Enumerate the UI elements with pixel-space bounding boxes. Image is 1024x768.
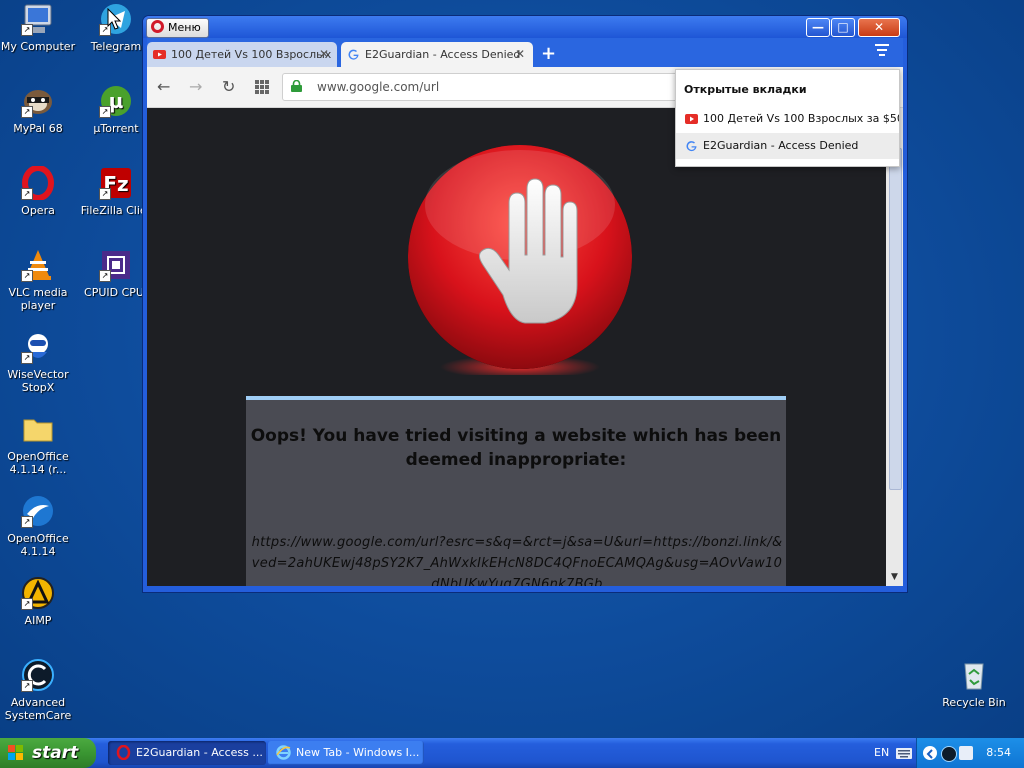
maximize-button[interactable]: □ [831,18,855,37]
blocked-message: Oops! You have tried visiting a website … [250,426,782,470]
taskbar-item-label: E2Guardian - Access ... [136,746,263,759]
lock-icon [291,80,302,92]
close-tab-icon[interactable]: ✕ [319,42,329,67]
tab-label: 100 Детей Vs 100 Взрослых [171,48,332,61]
vlc-icon: ↗ [21,248,55,282]
desktop-icon-label: AIMP [24,614,52,627]
taskbar-item-label: New Tab - Windows I... [296,746,420,759]
openoffice-icon: ↗ [21,494,55,528]
taskbar-item-ie[interactable]: New Tab - Windows I... [268,741,424,765]
tab-label: E2Guardian - Access Denied [365,48,521,61]
reload-button[interactable]: ↻ [222,77,235,97]
youtube-icon [685,114,698,124]
recycle-bin-icon [957,658,991,692]
systemcare-tray-icon[interactable] [941,746,957,762]
open-tab-item-e2guardian[interactable]: E2Guardian - Access Denied [676,133,899,159]
desktop-icon-mypal[interactable]: ↗ MyPal 68 [0,84,76,135]
network-tray-icon[interactable] [959,746,973,760]
open-tab-label: E2Guardian - Access Denied [703,139,859,152]
wisevector-icon: ↗ [21,330,55,364]
tab-youtube[interactable]: 100 Детей Vs 100 Взрослых ✕ [147,42,337,67]
page-scrollbar[interactable]: ▲ ▼ [886,108,903,586]
desktop-icon-my-computer[interactable]: ↗ My Computer [0,2,76,53]
desktop-icon-vlc[interactable]: ↗ VLC media player [0,248,76,312]
access-denied-panel: Oops! You have tried visiting a website … [246,396,786,586]
desktop-icon-wisevector[interactable]: ↗ WiseVector StopX [0,330,76,394]
system-tray: 8:54 [916,738,1024,768]
open-tabs-menu: Открытые вкладки 100 Детей Vs 100 Взросл… [675,69,900,167]
opera-icon: ↗ [21,165,55,201]
close-tab-icon[interactable]: ✕ [515,42,525,67]
open-tab-label: 100 Детей Vs 100 Взрослых за $500, [703,112,899,125]
desktop-icon-label: Recycle Bin [942,696,1006,709]
tab-e2guardian[interactable]: E2Guardian - Access Denied ✕ [341,42,533,67]
tab-strip: 100 Детей Vs 100 Взрослых ✕ E2Guardian -… [147,38,903,67]
desktop-icon-label: Opera [21,204,55,217]
utorrent-icon: µ ↗ [99,84,133,118]
desktop-icon-label: VLC media player [8,286,68,312]
opera-icon [116,745,131,760]
new-tab-button[interactable]: + [541,44,556,64]
menu-label: Меню [168,21,201,34]
mypal-icon: ↗ [21,84,55,118]
tab-menu-icon[interactable] [875,44,889,59]
minimize-button[interactable]: — [806,18,830,37]
desktop-icon-opera[interactable]: ↗ Opera [0,165,76,217]
desktop-icon-recycle-bin[interactable]: Recycle Bin [936,658,1012,709]
close-button[interactable]: ✕ [858,18,900,37]
desktop-icon-label: Advanced SystemCare [4,696,72,722]
url-text: www.google.com/url [317,80,440,94]
opera-logo-icon [151,20,164,33]
ie-icon [276,745,291,760]
clock[interactable]: 8:54 [986,738,1011,768]
start-button[interactable]: start [0,738,96,768]
desktop-icon-openoffice-folder[interactable]: OpenOffice 4.1.14 (r... [0,412,76,476]
windows-logo-icon [8,745,23,760]
page-content: Oops! You have tried visiting a website … [147,108,886,586]
language-indicator[interactable]: EN [874,738,889,768]
opera-menu-button[interactable]: Меню [146,18,209,38]
back-button[interactable]: ← [157,77,170,97]
address-bar[interactable]: www.google.com/url [282,73,684,101]
forward-button[interactable]: → [189,77,202,97]
speed-dial-icon[interactable] [255,79,269,99]
filezilla-icon: Fz ↗ [99,166,133,200]
cpuid-icon: ↗ [99,248,133,282]
blocked-url: https://www.google.com/url?esrc=s&q=&rct… [251,535,783,586]
desktop-icon-aimp[interactable]: ↗ AIMP [0,576,76,627]
desktop-icon-label: My Computer [0,40,76,53]
scroll-thumb[interactable] [889,148,902,490]
google-icon [686,141,697,152]
desktop-icon-systemcare[interactable]: ↗ Advanced SystemCare [0,658,76,722]
computer-icon: ↗ [21,2,55,36]
taskbar-item-opera[interactable]: E2Guardian - Access ... [108,741,266,765]
taskbar: start E2Guardian - Access ... New Tab - … [0,738,1024,768]
tray-arrow-icon[interactable] [923,746,937,760]
desktop-icon-openoffice[interactable]: ↗ OpenOffice 4.1.14 [0,494,76,558]
desktop-icon-label: OpenOffice 4.1.14 [7,532,69,558]
keyboard-icon[interactable] [896,748,912,759]
folder-icon [21,412,55,446]
scroll-down-arrow-icon[interactable]: ▼ [886,572,903,586]
desktop-icon-label: WiseVector StopX [7,368,69,394]
youtube-icon [153,50,166,59]
open-tab-item-youtube[interactable]: 100 Детей Vs 100 Взрослых за $500, [676,106,899,132]
aimp-icon: ↗ [21,576,55,610]
systemcare-icon: ↗ [21,658,55,692]
desktop-icon-label: OpenOffice 4.1.14 (r... [7,450,69,476]
mouse-cursor-icon [107,8,121,30]
open-tabs-title: Открытые вкладки [684,83,807,96]
google-icon [348,49,359,60]
start-label: start [32,743,79,763]
stop-hand-icon [408,145,632,375]
desktop-icon-label: MyPal 68 [13,122,63,135]
title-bar[interactable]: Меню — □ ✕ [143,16,907,38]
